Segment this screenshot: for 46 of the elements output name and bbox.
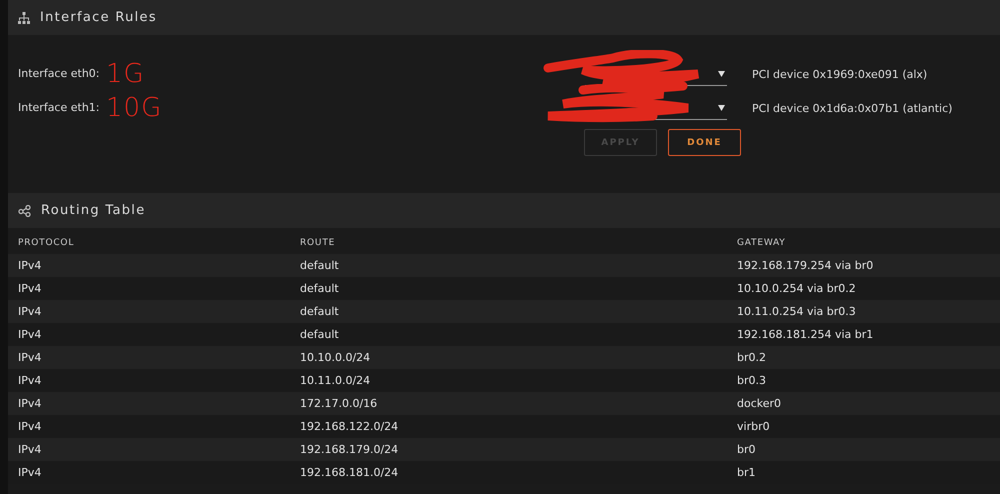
- table-cell-text: 10.10.0.254 via br0.2: [737, 282, 857, 295]
- share-icon: [18, 204, 31, 216]
- table-cell-text: IPv4: [18, 374, 42, 387]
- table-cell-text: default: [300, 282, 340, 295]
- table-cell-text: br0: [737, 443, 757, 456]
- table-cell-text: 192.168.181.0/24: [300, 466, 400, 479]
- column-header: PROTOCOL: [18, 238, 76, 248]
- table-cell-text: 192.168.179.254 via br0: [737, 259, 874, 272]
- table-cell-text: docker0: [737, 397, 782, 410]
- table-cell-text: 172.17.0.0/16: [300, 397, 378, 410]
- table-cell-text: 10.11.0.254 via br0.3: [737, 305, 857, 318]
- table-cell-text: IPv4: [18, 328, 42, 341]
- table-cell-text: IPv4: [18, 259, 42, 272]
- table-cell-text: br0.3: [737, 374, 767, 387]
- column-header: GATEWAY: [737, 238, 787, 248]
- handwritten-note: 10G: [106, 93, 164, 123]
- network-icon: [18, 12, 30, 24]
- device-text: PCI device 0x1969:0xe091 (alx): [752, 68, 928, 80]
- table-cell-text: IPv4: [18, 351, 42, 364]
- table-cell-text: br0.2: [737, 351, 767, 364]
- table-cell-text: 10.11.0.0/24: [300, 374, 372, 387]
- table-cell-text: default: [300, 305, 340, 318]
- panel-title: Routing Table: [41, 203, 146, 218]
- done-button[interactable]: DONE: [668, 129, 741, 156]
- table-cell-text: 192.168.179.0/24: [300, 443, 400, 456]
- table-cell-text: br1: [737, 466, 757, 479]
- table-cell-text: IPv4: [18, 305, 42, 318]
- handwritten-note: 1G: [106, 59, 146, 89]
- table-cell-text: 192.168.122.0/24: [300, 420, 400, 433]
- table-cell-text: IPv4: [18, 420, 42, 433]
- table-cell-text: 10.10.0.0/24: [300, 351, 372, 364]
- table-cell-text: virbr0: [737, 420, 771, 433]
- column-header: ROUTE: [300, 238, 336, 248]
- table-cell-text: IPv4: [18, 466, 42, 479]
- caret-icon: [718, 104, 725, 110]
- table-cell-text: IPv4: [18, 443, 42, 456]
- table-cell-text: default: [300, 328, 340, 341]
- table-cell-text: IPv4: [18, 282, 42, 295]
- interface-label: Interface eth1:: [18, 100, 101, 116]
- panel-title: Interface Rules: [40, 10, 157, 25]
- caret-icon: [718, 70, 725, 76]
- table-cell-text: default: [300, 259, 340, 272]
- table-cell-text: IPv4: [18, 397, 42, 410]
- table-cell-text: 192.168.181.254 via br1: [737, 328, 874, 341]
- interface-label: Interface eth0:: [18, 66, 101, 82]
- device-text: PCI device 0x1d6a:0x07b1 (atlantic): [752, 102, 952, 114]
